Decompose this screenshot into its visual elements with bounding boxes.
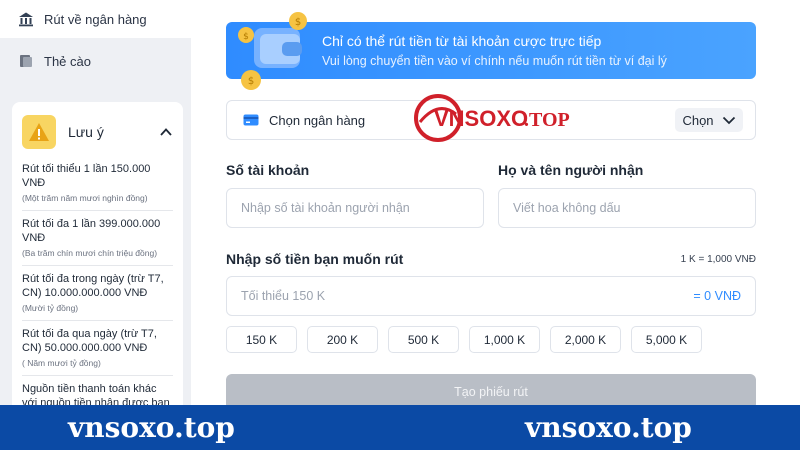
logo-suffix: .TOP [524, 109, 570, 131]
note-item-sub: (Ba trăm chín mươi chín triệu đồng) [22, 248, 158, 258]
note-item-main: Rút tối đa 1 lần 399.000.000 VNĐ [22, 218, 161, 244]
sidebar-nav: Rút về ngân hàng Thẻ cào [0, 0, 191, 84]
note-header[interactable]: Lưu ý [22, 112, 173, 152]
logo-text: VNSOXO [434, 106, 528, 131]
sidebar-item-label: Thẻ cào [44, 53, 91, 69]
warning-icon [22, 115, 56, 149]
svg-text:$: $ [243, 32, 249, 42]
amount-chip[interactable]: 2,000 K [550, 326, 621, 353]
wallet-coins-icon: $ $ $ [238, 12, 307, 90]
note-item: Rút tối đa 1 lần 399.000.000 VNĐ (Ba tră… [22, 211, 173, 266]
converted-amount: = 0 VNĐ [693, 289, 741, 303]
amount-field[interactable]: = 0 VNĐ [226, 276, 756, 316]
rate-text: 1 K = 1,000 VNĐ [680, 254, 756, 265]
recipient-label: Họ và tên người nhận [498, 162, 644, 178]
chevron-down-icon [722, 116, 735, 125]
vnsoxo-logo: VNSOXO .TOP [414, 94, 570, 142]
credit-card-icon [243, 114, 259, 126]
choose-bank-button[interactable]: Chọn [675, 108, 743, 132]
note-title: Lưu ý [68, 124, 104, 140]
choose-bank-label: Chọn [682, 112, 714, 128]
svg-text:$: $ [248, 76, 254, 87]
note-item-sub: ( Năm mươi tỷ đồng) [22, 358, 101, 368]
footer-site-left: vnsoxo.top [68, 411, 235, 444]
footer-banner: vnsoxo.top vnsoxo.top [0, 405, 800, 450]
banner-title: Chỉ có thể rút tiền từ tài khoản cược tr… [322, 33, 602, 49]
note-item-main: Rút tối đa trong ngày (trừ T7, CN) 10.00… [22, 273, 164, 299]
amount-chip[interactable]: 5,000 K [631, 326, 702, 353]
recipient-name-input[interactable] [498, 188, 756, 228]
info-banner: $ $ $ Chỉ có thể rút tiền từ tài khoản c… [226, 12, 756, 90]
banner-subtitle: Vui lòng chuyển tiền vào ví chính nếu mu… [322, 54, 667, 68]
amount-label: Nhập số tiền bạn muốn rút [226, 251, 404, 267]
note-item-main: Rút tối thiểu 1 lần 150.000 VNĐ [22, 163, 151, 189]
footer-site-right: vnsoxo.top [525, 411, 692, 444]
sidebar-item-card[interactable]: Thẻ cào [0, 38, 191, 84]
note-item-main: Rút tối đa qua ngày (trừ T7, CN) 50.000.… [22, 328, 157, 354]
note-card: Lưu ý Rút tối thiểu 1 lần 150.000 VNĐ (M… [12, 102, 183, 423]
note-item-sub: (Mười tỷ đồng) [22, 303, 79, 313]
card-icon [18, 53, 34, 69]
amount-chips: 150 K 200 K 500 K 1,000 K 2,000 K 5,000 … [226, 326, 712, 353]
note-item-sub: (Một trăm năm mươi nghìn đồng) [22, 193, 148, 203]
sidebar-item-label: Rút về ngân hàng [44, 11, 147, 27]
amount-chip[interactable]: 150 K [226, 326, 297, 353]
note-item: Rút tối thiểu 1 lần 150.000 VNĐ (Một tră… [22, 156, 173, 211]
account-number-input[interactable] [226, 188, 484, 228]
chevron-up-icon[interactable] [159, 125, 173, 139]
amount-input[interactable] [241, 289, 694, 303]
sidebar-item-bank[interactable]: Rút về ngân hàng [0, 0, 191, 38]
amount-chip[interactable]: 500 K [388, 326, 459, 353]
amount-chip[interactable]: 200 K [307, 326, 378, 353]
note-item: Rút tối đa trong ngày (trừ T7, CN) 10.00… [22, 266, 173, 321]
svg-text:$: $ [295, 17, 301, 28]
bank-icon [18, 11, 34, 27]
amount-chip[interactable]: 1,000 K [469, 326, 540, 353]
note-item: Rút tối đa qua ngày (trừ T7, CN) 50.000.… [22, 321, 173, 376]
account-label: Số tài khoản [226, 162, 310, 178]
sidebar: Rút về ngân hàng Thẻ cào Lưu ý Rút tối t… [0, 0, 191, 423]
